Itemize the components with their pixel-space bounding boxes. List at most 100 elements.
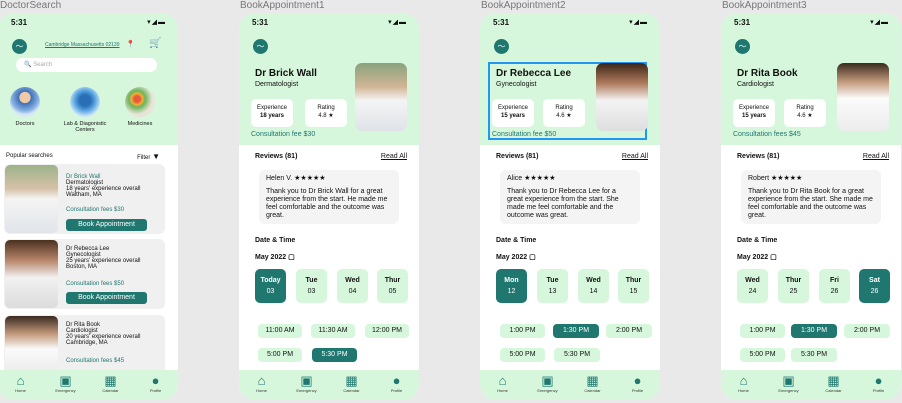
nav-label: Profile xyxy=(631,388,644,393)
nav-calendar[interactable]: ▦ Calendar xyxy=(817,373,851,394)
book-appointment-button[interactable]: Book Appointment xyxy=(66,219,147,231)
day-date: 13 xyxy=(548,288,557,295)
time-slot[interactable]: 5:00 PM xyxy=(258,348,302,362)
category-medicines[interactable]: Medicines xyxy=(120,87,160,127)
time-slot-selected[interactable]: 5:30 PM xyxy=(312,348,357,362)
nav-home[interactable]: ⌂ Home xyxy=(245,373,279,394)
nav-profile[interactable]: ● Profile xyxy=(862,373,896,394)
time-slot[interactable]: 11:30 AM xyxy=(311,324,355,338)
rating-label: Rating xyxy=(555,105,573,111)
location-link[interactable]: Cambridge Massachusetts 02139 xyxy=(45,42,120,48)
time-slot[interactable]: 12:00 PM xyxy=(365,324,409,338)
time-slot[interactable]: 5:30 PM xyxy=(554,348,600,362)
nav-home[interactable]: ⌂ Home xyxy=(727,373,761,394)
day-date: 04 xyxy=(348,288,357,295)
day-option[interactable]: Tue 03 xyxy=(296,269,327,303)
time-slot[interactable]: 5:30 PM xyxy=(791,348,837,362)
search-placeholder: Search xyxy=(33,62,53,68)
nav-emergency[interactable]: ▣ Emergency xyxy=(49,373,83,394)
nav-label: Profile xyxy=(872,388,885,393)
reviews-heading: Reviews (81) xyxy=(255,153,298,160)
day-option[interactable]: Mon 12 xyxy=(496,269,527,303)
day-option[interactable]: Wed 04 xyxy=(337,269,368,303)
day-name: Wed xyxy=(586,277,601,284)
day-option[interactable]: Thur 05 xyxy=(377,269,408,303)
read-all-link[interactable]: Read All xyxy=(622,153,648,160)
read-all-link[interactable]: Read All xyxy=(863,153,889,160)
nav-home[interactable]: ⌂ Home xyxy=(486,373,520,394)
filter-button[interactable]: Filter ▼ xyxy=(137,152,160,161)
time-slot-selected[interactable]: 1:30 PM xyxy=(791,324,837,338)
nav-label: Profile xyxy=(390,388,403,393)
status-icons: ▾◢▬ xyxy=(629,19,648,26)
doctor-card[interactable]: Dr Rita Book Cardiologist 20 years' expe… xyxy=(4,315,165,375)
time-slot[interactable]: 1:00 PM xyxy=(500,324,545,338)
day-option[interactable]: Wed 24 xyxy=(737,269,768,303)
time-slot[interactable]: 5:00 PM xyxy=(500,348,545,362)
nav-calendar[interactable]: ▦ Calendar xyxy=(576,373,610,394)
nav-emergency[interactable]: ▣ Emergency xyxy=(531,373,565,394)
month-label: May 2022 ▢ xyxy=(255,253,295,261)
nav-label: Home xyxy=(15,388,26,393)
rating-label: Rating xyxy=(796,105,814,111)
reviews-heading: Reviews (81) xyxy=(737,153,780,160)
nav-profile[interactable]: ● Profile xyxy=(139,373,173,394)
category-lab[interactable]: Lab & Diagonistic Centers xyxy=(60,87,110,133)
day-option[interactable]: Today 03 xyxy=(255,269,286,303)
nav-emergency[interactable]: ▣ Emergency xyxy=(290,373,324,394)
day-option[interactable]: Fri 26 xyxy=(819,269,850,303)
day-option[interactable]: Thur 15 xyxy=(618,269,649,303)
category-doctors[interactable]: Doctors xyxy=(10,87,40,127)
nav-profile[interactable]: ● Profile xyxy=(621,373,655,394)
day-date: 12 xyxy=(507,288,516,295)
home-icon: ⌂ xyxy=(257,373,266,388)
consultation-fee: Consultation fees $45 xyxy=(733,131,801,138)
rating-card: Rating 4.8 ★ xyxy=(305,99,347,127)
day-option[interactable]: Sat 26 xyxy=(859,269,890,303)
calendar-small-icon: ▢ xyxy=(288,254,295,261)
status-time: 5:31 xyxy=(11,18,28,27)
month-text: May 2022 xyxy=(737,254,769,261)
calendar-icon: ▦ xyxy=(104,373,117,388)
doctor-photo xyxy=(5,165,58,233)
time-slot[interactable]: 2:00 PM xyxy=(844,324,890,338)
nav-label: Calendar xyxy=(825,388,842,393)
status-time: 5:31 xyxy=(493,18,510,27)
day-name: Tue xyxy=(546,277,559,284)
day-name: Wed xyxy=(345,277,360,284)
doctor-photo xyxy=(355,63,407,131)
day-option[interactable]: Thur 25 xyxy=(778,269,809,303)
time-slot[interactable]: 1:00 PM xyxy=(740,324,785,338)
day-option[interactable]: Tue 13 xyxy=(537,269,568,303)
nav-home[interactable]: ⌂ Home xyxy=(4,373,38,394)
cart-icon[interactable]: 🛒 xyxy=(149,38,161,49)
doctor-location: Boston, MA xyxy=(66,264,98,270)
time-slot[interactable]: 11:00 AM xyxy=(258,324,302,338)
emergency-icon: ▣ xyxy=(541,373,554,388)
search-icon: 🔍 xyxy=(24,62,32,68)
calendar-small-icon: ▢ xyxy=(770,254,777,261)
time-slot-selected[interactable]: 1:30 PM xyxy=(553,324,599,338)
doctor-photo xyxy=(596,63,648,131)
nav-profile[interactable]: ● Profile xyxy=(380,373,414,394)
status-icons: ▾◢▬ xyxy=(870,19,889,26)
read-all-link[interactable]: Read All xyxy=(381,153,407,160)
day-date: 24 xyxy=(748,288,757,295)
day-date: 03 xyxy=(307,288,316,295)
reviewer-name: Robert ★★★★★ xyxy=(748,175,803,182)
month-label: May 2022 ▢ xyxy=(496,253,536,261)
home-icon: ⌂ xyxy=(498,373,507,388)
doctor-card[interactable]: Dr Brick Wall Dermatologist 18 years' ex… xyxy=(4,164,165,234)
day-option[interactable]: Wed 14 xyxy=(578,269,609,303)
time-slot[interactable]: 2:00 PM xyxy=(606,324,652,338)
search-input[interactable]: 🔍 Search xyxy=(16,58,157,72)
experience-card: Experience 15 years xyxy=(492,99,534,127)
nav-emergency[interactable]: ▣ Emergency xyxy=(772,373,806,394)
day-name: Thur xyxy=(785,277,802,284)
consultation-fee: Consultation fee $50 xyxy=(492,131,557,138)
time-slot[interactable]: 5:00 PM xyxy=(740,348,785,362)
nav-calendar[interactable]: ▦ Calendar xyxy=(94,373,128,394)
book-appointment-button[interactable]: Book Appointment xyxy=(66,292,147,304)
nav-calendar[interactable]: ▦ Calendar xyxy=(335,373,369,394)
doctor-card[interactable]: Dr Rebecca Lee Gynecologist 25 years' ex… xyxy=(4,239,165,309)
